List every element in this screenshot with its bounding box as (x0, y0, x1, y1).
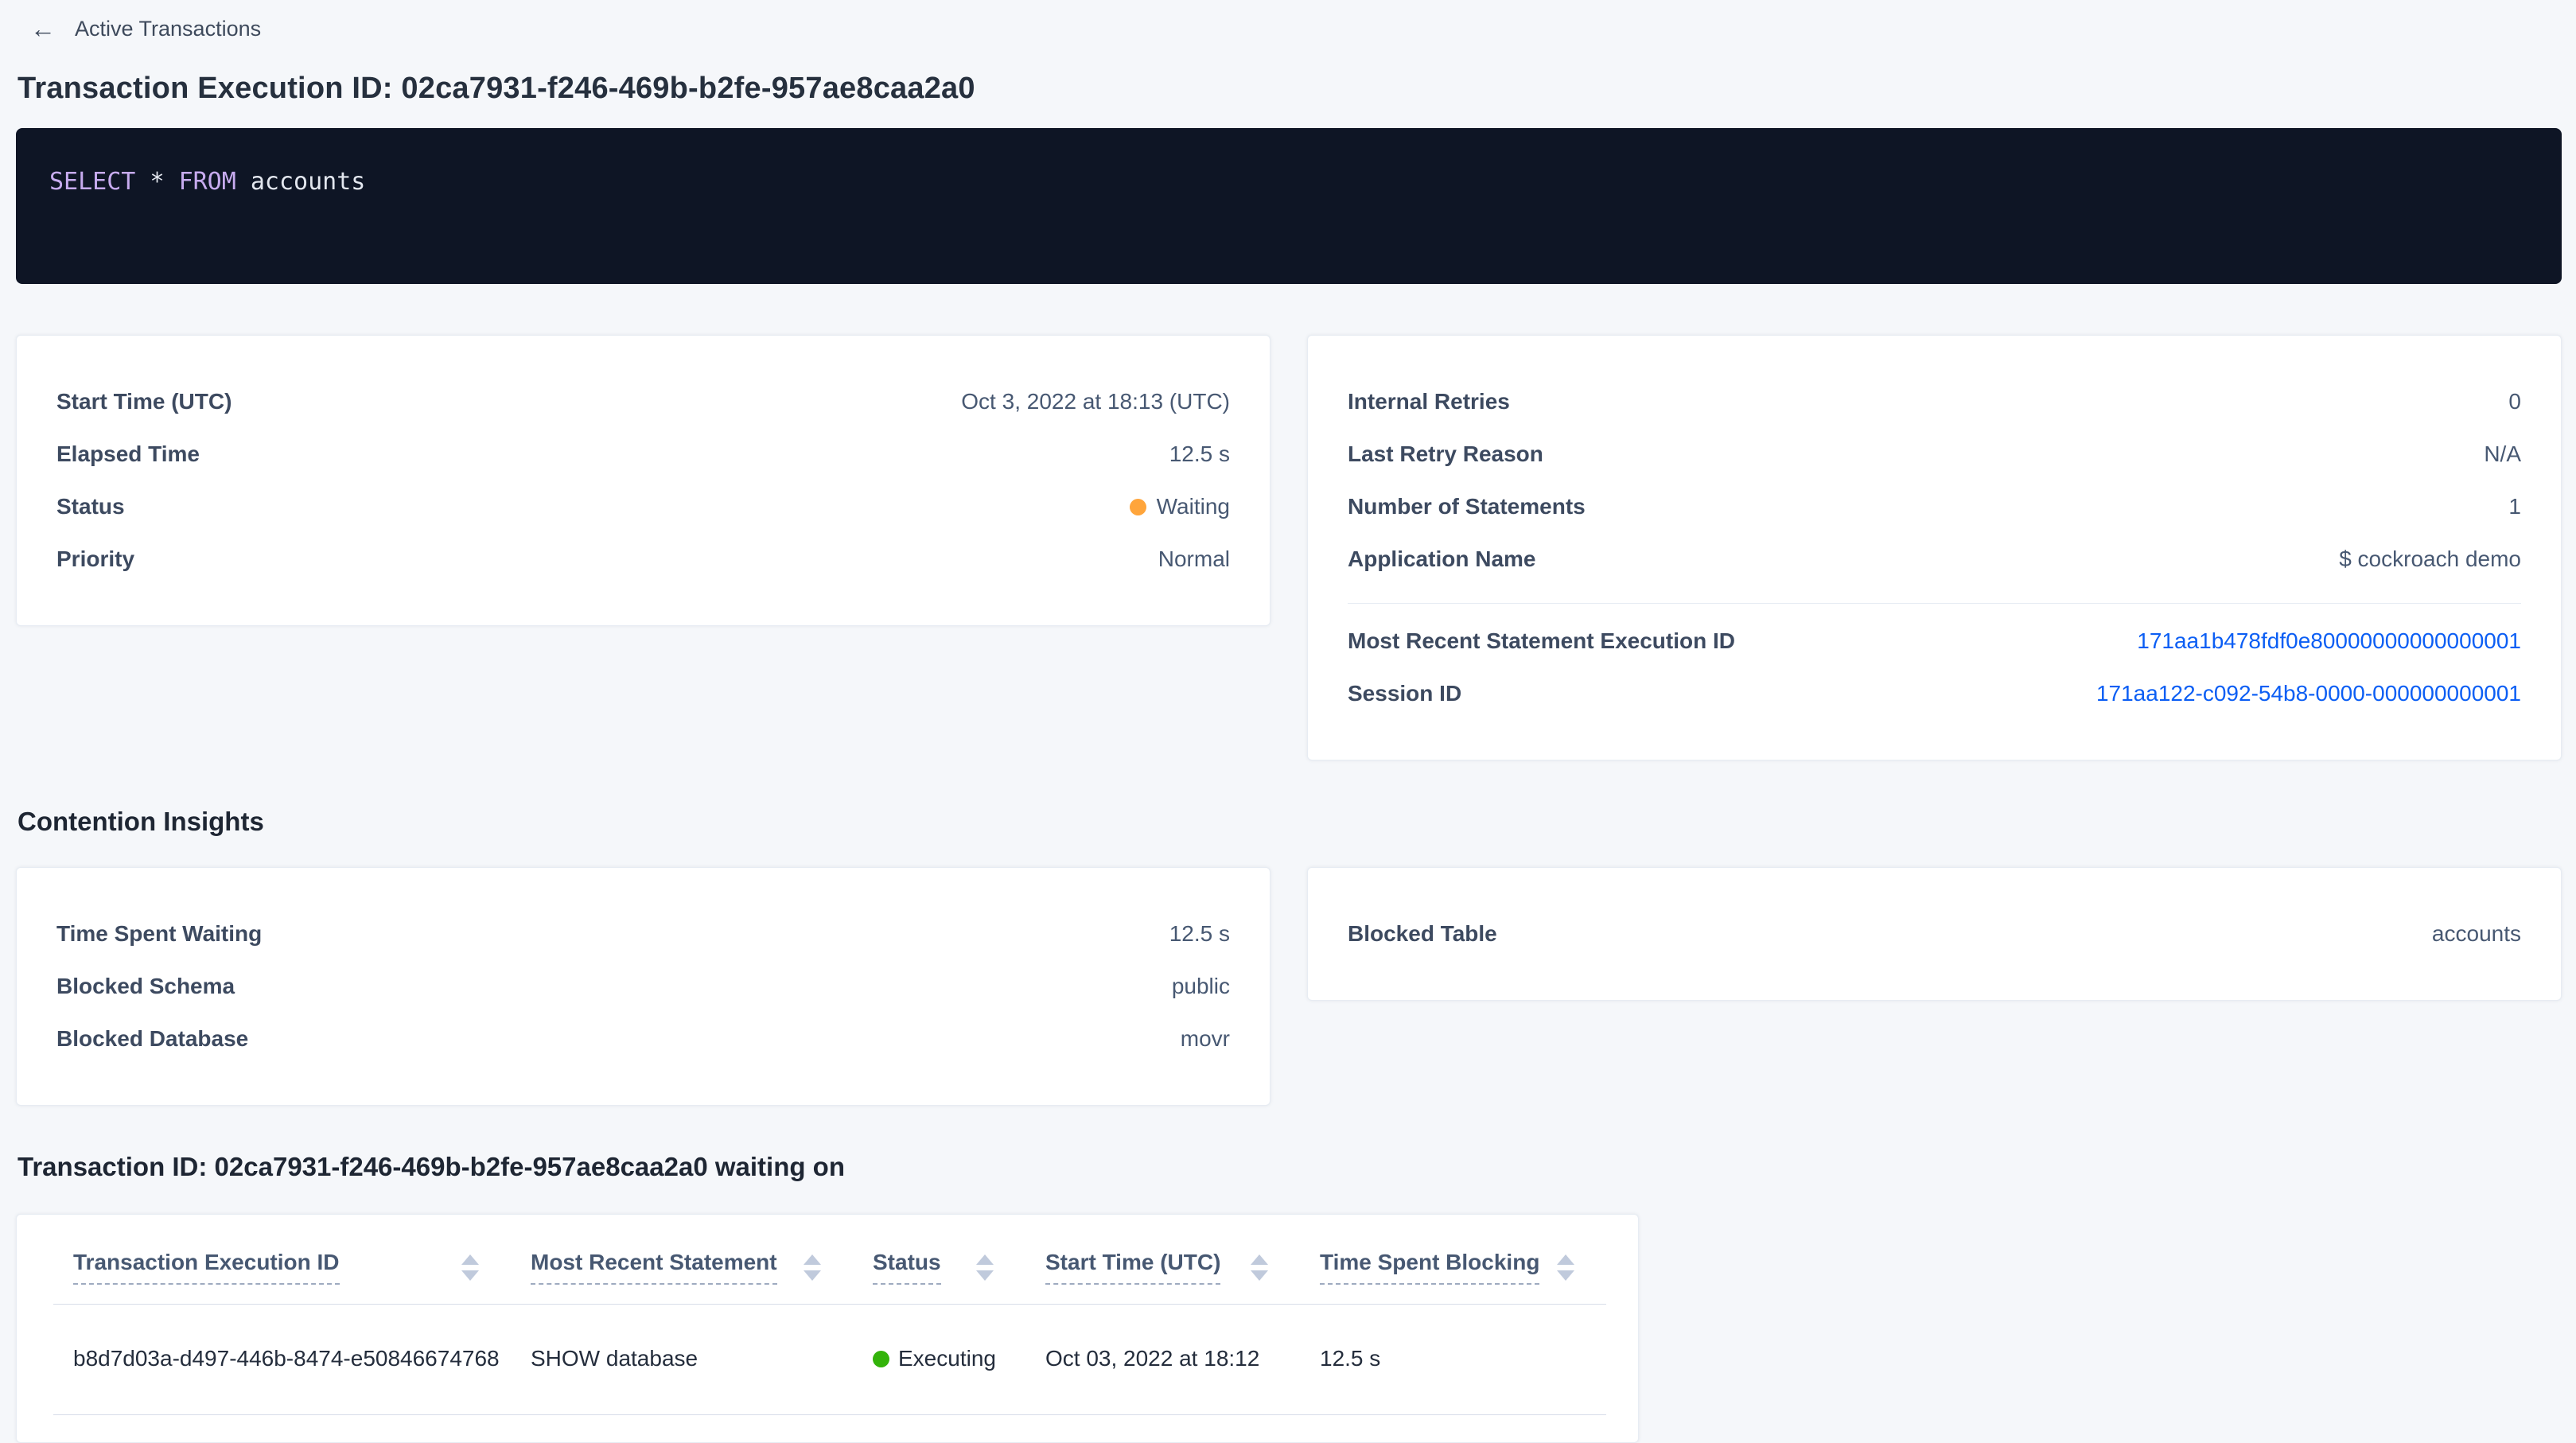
detail-row-application-name: Application Name $ cockroach demo (1348, 533, 2521, 585)
cell-time-spent-blocking: 12.5 s (1300, 1305, 1606, 1415)
detail-row-blocked-database: Blocked Database movr (56, 1013, 1230, 1065)
column-label[interactable]: Transaction Execution ID (73, 1250, 340, 1285)
detail-row-elapsed-time: Elapsed Time 12.5 s (56, 428, 1230, 480)
cell-most-recent-statement: SHOW database (511, 1305, 853, 1415)
sql-keyword: FROM (179, 168, 236, 196)
back-arrow-icon[interactable]: ← (30, 16, 56, 41)
status-badge: Waiting (1130, 494, 1230, 519)
column-header-status[interactable]: Status (853, 1215, 1025, 1305)
detail-row-blocked-table: Blocked Table accounts (1348, 908, 2521, 960)
sql-table-name: accounts (251, 168, 366, 196)
detail-value: N/A (2484, 441, 2521, 467)
sort-icon[interactable] (976, 1254, 994, 1281)
waiting-on-heading: Transaction ID: 02ca7931-f246-469b-b2fe-… (18, 1152, 2562, 1182)
detail-label: Most Recent Statement Execution ID (1348, 628, 1735, 654)
session-id-link[interactable]: 171aa122-c092-54b8-0000-000000000001 (2096, 681, 2521, 706)
page-title: Transaction Execution ID: 02ca7931-f246-… (18, 72, 2562, 106)
statement-execution-id-link[interactable]: 171aa1b478fdf0e80000000000000001 (2137, 628, 2521, 654)
detail-row-last-retry-reason: Last Retry Reason N/A (1348, 428, 2521, 480)
detail-value: $ cockroach demo (2339, 546, 2521, 572)
detail-row-start-time: Start Time (UTC) Oct 3, 2022 at 18:13 (U… (56, 375, 1230, 428)
detail-label: Time Spent Waiting (56, 921, 262, 947)
sort-icon[interactable] (461, 1254, 479, 1281)
status-text: Executing (898, 1346, 996, 1371)
cell-transaction-execution-id: b8d7d03a-d497-446b-8474-e50846674768 (53, 1305, 511, 1415)
detail-row-priority: Priority Normal (56, 533, 1230, 585)
detail-row-status: Status Waiting (56, 480, 1230, 533)
detail-label: Elapsed Time (56, 441, 200, 467)
sql-operator: * (150, 168, 164, 196)
detail-value: 0 (2508, 389, 2521, 414)
transaction-attributes-card: Internal Retries 0 Last Retry Reason N/A… (1307, 335, 2562, 760)
cell-start-time: Oct 03, 2022 at 18:12 (1025, 1305, 1300, 1415)
detail-label: Priority (56, 546, 134, 572)
sql-keyword: SELECT (49, 168, 135, 196)
detail-value: Normal (1158, 546, 1230, 572)
waiting-on-table-panel: Transaction Execution ID Most Recent Sta… (16, 1214, 1639, 1443)
detail-value: 12.5 s (1169, 921, 1230, 947)
detail-label: Blocked Schema (56, 974, 235, 999)
sort-icon[interactable] (1557, 1254, 1574, 1281)
detail-label: Blocked Table (1348, 921, 1497, 947)
transaction-timing-card: Start Time (UTC) Oct 3, 2022 at 18:13 (U… (16, 335, 1270, 626)
sort-icon[interactable] (804, 1254, 821, 1281)
column-label[interactable]: Start Time (UTC) (1045, 1250, 1220, 1285)
column-header-start-time[interactable]: Start Time (UTC) (1025, 1215, 1300, 1305)
waiting-on-table: Transaction Execution ID Most Recent Sta… (53, 1215, 1606, 1415)
column-header-most-recent-statement[interactable]: Most Recent Statement (511, 1215, 853, 1305)
breadcrumb[interactable]: ← Active Transactions (30, 16, 2562, 41)
detail-value: 1 (2508, 494, 2521, 519)
table-row: b8d7d03a-d497-446b-8474-e50846674768 SHO… (53, 1305, 1606, 1415)
contention-insights-heading: Contention Insights (18, 807, 2562, 837)
detail-row-time-spent-waiting: Time Spent Waiting 12.5 s (56, 908, 1230, 960)
detail-value: accounts (2432, 921, 2521, 947)
detail-value: movr (1181, 1026, 1230, 1052)
detail-label: Start Time (UTC) (56, 389, 232, 414)
summary-cards-row: Start Time (UTC) Oct 3, 2022 at 18:13 (U… (16, 335, 2562, 760)
detail-label: Application Name (1348, 546, 1535, 572)
detail-row-internal-retries: Internal Retries 0 (1348, 375, 2521, 428)
transaction-details-page: ← Active Transactions Transaction Execut… (0, 0, 2576, 1443)
detail-value: public (1172, 974, 1230, 999)
status-executing-dot-icon (873, 1351, 889, 1367)
detail-row-statement-execution-id: Most Recent Statement Execution ID 171aa… (1348, 615, 2521, 667)
column-header-time-spent-blocking[interactable]: Time Spent Blocking (1300, 1215, 1606, 1305)
contention-waiting-card: Time Spent Waiting 12.5 s Blocked Schema… (16, 867, 1270, 1106)
column-label[interactable]: Status (873, 1250, 941, 1285)
detail-row-blocked-schema: Blocked Schema public (56, 960, 1230, 1013)
table-header-row: Transaction Execution ID Most Recent Sta… (53, 1215, 1606, 1305)
cell-status: Executing (853, 1305, 1025, 1415)
column-label[interactable]: Time Spent Blocking (1320, 1250, 1539, 1285)
contention-cards-row: Time Spent Waiting 12.5 s Blocked Schema… (16, 867, 2562, 1106)
contention-blocked-table-card: Blocked Table accounts (1307, 867, 2562, 1001)
detail-label: Session ID (1348, 681, 1461, 706)
detail-row-session-id: Session ID 171aa122-c092-54b8-0000-00000… (1348, 667, 2521, 720)
detail-label: Internal Retries (1348, 389, 1510, 414)
detail-row-number-of-statements: Number of Statements 1 (1348, 480, 2521, 533)
detail-label: Number of Statements (1348, 494, 1586, 519)
sort-icon[interactable] (1251, 1254, 1268, 1281)
detail-value: 12.5 s (1169, 441, 1230, 467)
card-divider (1348, 603, 2521, 604)
sql-statement-box: SELECT * FROM accounts (16, 128, 2562, 284)
detail-label: Last Retry Reason (1348, 441, 1543, 467)
status-waiting-dot-icon (1130, 499, 1146, 515)
detail-value: Oct 3, 2022 at 18:13 (UTC) (961, 389, 1230, 414)
detail-label: Blocked Database (56, 1026, 248, 1052)
breadcrumb-label[interactable]: Active Transactions (75, 17, 261, 41)
status-text: Waiting (1157, 494, 1230, 519)
detail-label: Status (56, 494, 125, 519)
column-label[interactable]: Most Recent Statement (531, 1250, 777, 1285)
column-header-transaction-execution-id[interactable]: Transaction Execution ID (53, 1215, 511, 1305)
